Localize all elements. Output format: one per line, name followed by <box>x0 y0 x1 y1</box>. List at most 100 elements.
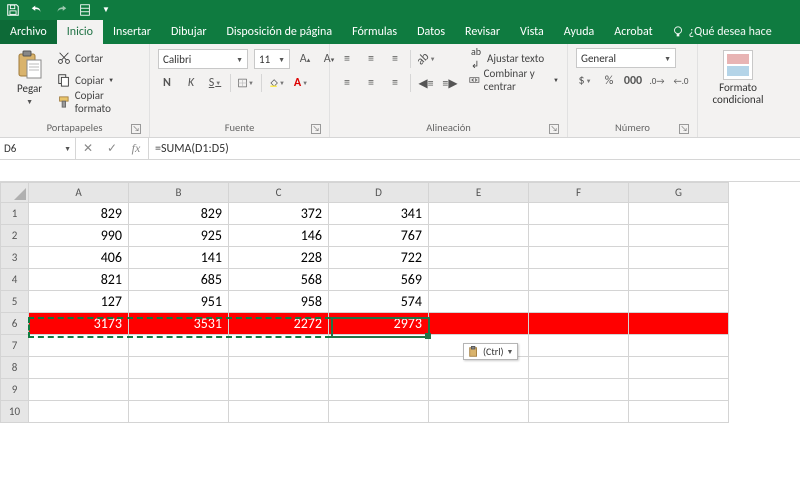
undo-icon[interactable] <box>30 3 44 17</box>
row-header[interactable]: 3 <box>1 247 29 269</box>
bold-button[interactable]: N <box>158 74 176 92</box>
tab-formulas[interactable]: Fórmulas <box>342 20 407 44</box>
row-header[interactable]: 9 <box>1 379 29 401</box>
tab-review[interactable]: Revisar <box>455 20 510 44</box>
underline-button[interactable]: S▼ <box>206 74 224 92</box>
cell[interactable]: 767 <box>329 225 429 247</box>
cell[interactable]: 958 <box>229 291 329 313</box>
cell[interactable]: 568 <box>229 269 329 291</box>
paste-button[interactable]: Pegar ▼ <box>8 48 51 106</box>
tab-home[interactable]: Inicio <box>57 20 103 44</box>
percent-button[interactable]: % <box>600 72 618 90</box>
cell[interactable] <box>429 313 529 335</box>
tab-acrobat[interactable]: Acrobat <box>604 20 662 44</box>
cell[interactable] <box>629 203 729 225</box>
cell[interactable]: 990 <box>29 225 129 247</box>
cell[interactable]: 228 <box>229 247 329 269</box>
borders-button[interactable]: ▼ <box>237 74 255 92</box>
cell[interactable] <box>29 335 129 357</box>
align-right-icon[interactable]: ≡ <box>386 74 404 92</box>
cell[interactable] <box>629 269 729 291</box>
cell[interactable] <box>629 379 729 401</box>
cell[interactable]: 146 <box>229 225 329 247</box>
cell[interactable] <box>429 401 529 423</box>
column-header[interactable]: F <box>529 183 629 203</box>
cell[interactable] <box>529 379 629 401</box>
italic-button[interactable]: K <box>182 74 200 92</box>
align-center-icon[interactable]: ≡ <box>362 74 380 92</box>
font-size-combo[interactable]: 11▼ <box>254 49 290 69</box>
formula-input[interactable]: =SUMA(D1:D5) <box>149 138 800 159</box>
cell[interactable] <box>229 401 329 423</box>
cell[interactable] <box>629 313 729 335</box>
row-header[interactable]: 10 <box>1 401 29 423</box>
cell[interactable] <box>629 401 729 423</box>
cell[interactable]: 951 <box>129 291 229 313</box>
cell[interactable] <box>629 291 729 313</box>
increase-font-icon[interactable]: A▴ <box>296 50 314 68</box>
cell[interactable] <box>129 379 229 401</box>
cell[interactable] <box>429 225 529 247</box>
align-left-icon[interactable]: ≡ <box>338 74 356 92</box>
cell[interactable] <box>529 203 629 225</box>
cell[interactable]: 685 <box>129 269 229 291</box>
column-header[interactable]: A <box>29 183 129 203</box>
cell[interactable] <box>429 269 529 291</box>
cell[interactable] <box>629 225 729 247</box>
tab-file[interactable]: Archivo <box>0 20 57 44</box>
tab-data[interactable]: Datos <box>407 20 455 44</box>
align-top-icon[interactable]: ≡ <box>338 50 356 68</box>
currency-button[interactable]: $▼ <box>576 72 594 90</box>
cell[interactable] <box>329 357 429 379</box>
cell[interactable] <box>29 357 129 379</box>
tab-view[interactable]: Vista <box>510 20 554 44</box>
cell[interactable]: 341 <box>329 203 429 225</box>
cell[interactable]: 569 <box>329 269 429 291</box>
cell[interactable] <box>329 335 429 357</box>
save-icon[interactable] <box>6 3 20 17</box>
dialog-launcher-icon[interactable]: ↘ <box>311 124 321 134</box>
dialog-launcher-icon[interactable]: ↘ <box>549 124 559 134</box>
qat-customize-icon[interactable]: ▼ <box>102 5 110 15</box>
tab-insert[interactable]: Insertar <box>103 20 161 44</box>
cell[interactable]: 141 <box>129 247 229 269</box>
font-color-button[interactable]: A▼ <box>292 74 310 92</box>
cell[interactable]: 829 <box>129 203 229 225</box>
increase-decimal-icon[interactable]: .0→ <box>648 72 666 90</box>
row-header[interactable]: 4 <box>1 269 29 291</box>
cell[interactable]: 406 <box>29 247 129 269</box>
column-header[interactable]: E <box>429 183 529 203</box>
cell[interactable] <box>29 401 129 423</box>
paste-options-smarttag[interactable]: (Ctrl) ▼ <box>463 343 518 360</box>
cell[interactable] <box>529 401 629 423</box>
cell[interactable] <box>529 269 629 291</box>
cell[interactable] <box>129 401 229 423</box>
cell[interactable] <box>629 247 729 269</box>
cell[interactable] <box>29 379 129 401</box>
cell[interactable]: 722 <box>329 247 429 269</box>
cell[interactable] <box>329 379 429 401</box>
cell[interactable] <box>529 225 629 247</box>
number-format-combo[interactable]: General▼ <box>576 48 676 68</box>
cell[interactable]: 3531 <box>129 313 229 335</box>
merge-center-button[interactable]: Combinar y centrar ▼ <box>469 70 559 90</box>
dialog-launcher-icon[interactable]: ↘ <box>679 124 689 134</box>
cell[interactable]: 925 <box>129 225 229 247</box>
cell[interactable] <box>629 335 729 357</box>
wrap-text-button[interactable]: ab↲ Ajustar texto <box>469 48 559 68</box>
cell[interactable] <box>329 401 429 423</box>
cell[interactable] <box>429 247 529 269</box>
copy-button[interactable]: Copiar ▼ <box>57 70 141 90</box>
select-all-corner[interactable] <box>1 183 29 203</box>
cell[interactable] <box>529 247 629 269</box>
cell[interactable]: 574 <box>329 291 429 313</box>
name-box[interactable]: D6▼ <box>0 138 76 159</box>
increase-indent-icon[interactable]: ≡▶ <box>441 74 459 92</box>
cell[interactable] <box>529 291 629 313</box>
cell[interactable]: 2272 <box>229 313 329 335</box>
cell[interactable]: 127 <box>29 291 129 313</box>
cell[interactable] <box>629 357 729 379</box>
orientation-icon[interactable]: ab▼ <box>417 50 435 68</box>
row-header[interactable]: 8 <box>1 357 29 379</box>
touch-mode-icon[interactable] <box>78 3 92 17</box>
